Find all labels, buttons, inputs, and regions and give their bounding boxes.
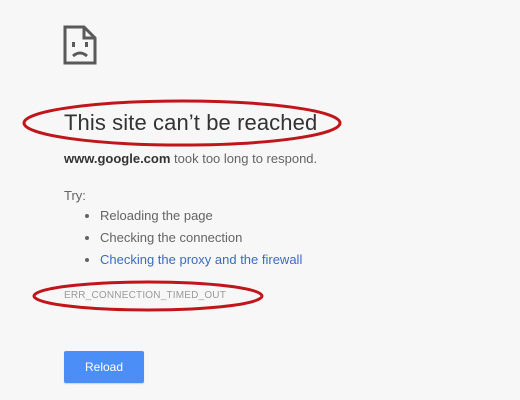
try-label: Try: xyxy=(64,188,86,203)
error-description: www.google.com took too long to respond. xyxy=(64,151,317,166)
error-code: ERR_CONNECTION_TIMED_OUT xyxy=(64,290,227,301)
sad-document-icon xyxy=(63,25,97,65)
proxy-firewall-link[interactable]: Checking the proxy and the firewall xyxy=(100,252,302,267)
error-message: took too long to respond. xyxy=(170,151,318,166)
suggestion-reload: Reloading the page xyxy=(100,208,213,223)
list-item: Checking the proxy and the firewall xyxy=(100,251,302,273)
reload-button[interactable]: Reload xyxy=(64,351,144,383)
site-host: www.google.com xyxy=(64,151,171,166)
suggestion-list: Reloading the page Checking the connecti… xyxy=(84,207,302,273)
list-item: Reloading the page xyxy=(100,207,302,229)
page-title: This site can’t be reached xyxy=(64,110,318,135)
error-page: This site can’t be reached www.google.co… xyxy=(0,0,520,400)
suggestion-connection: Checking the connection xyxy=(100,230,243,245)
list-item: Checking the connection xyxy=(100,229,302,251)
